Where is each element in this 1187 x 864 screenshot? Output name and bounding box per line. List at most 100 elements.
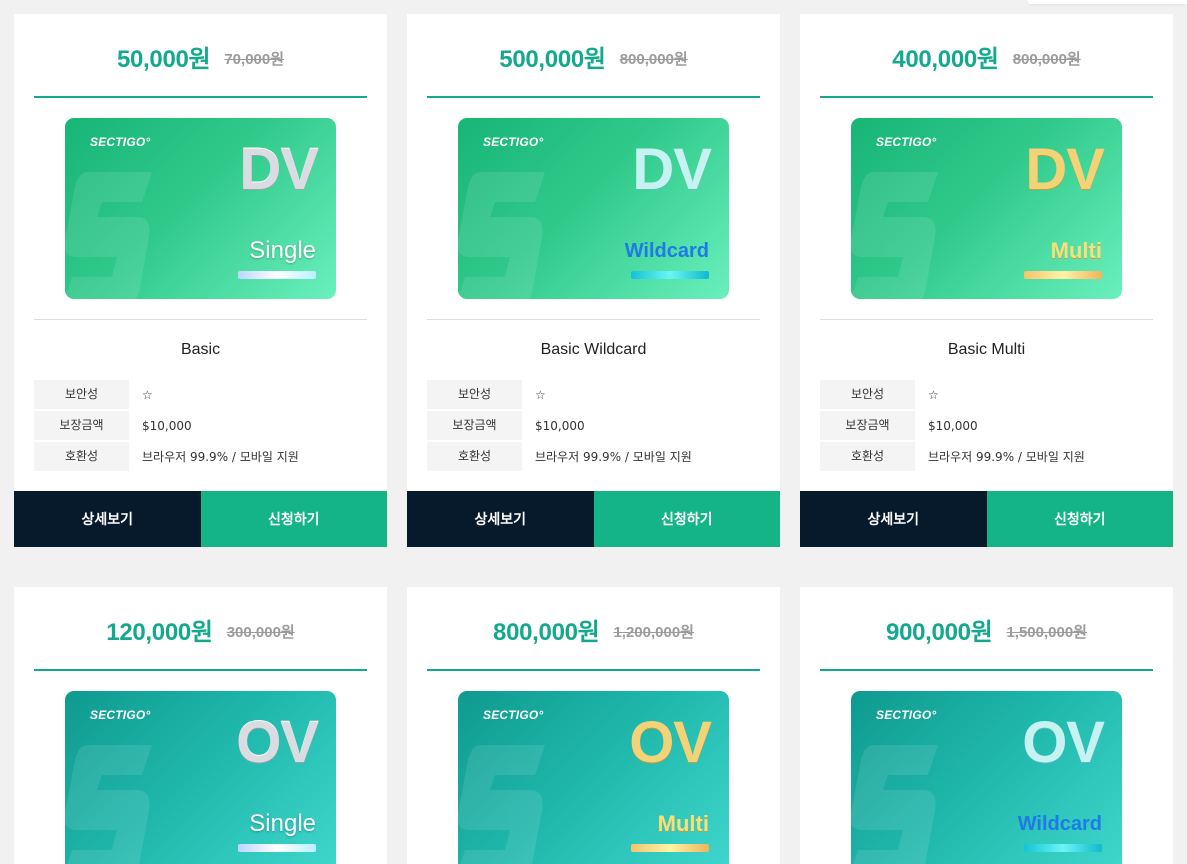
original-price: 70,000원	[224, 50, 285, 68]
product-card: 50,000원 70,000원 SECTIGO° DV Single Basic…	[14, 14, 387, 547]
cert-bar	[1024, 844, 1102, 852]
product-name: Basic Wildcard	[540, 341, 647, 358]
spec-value: 브라우저 99.9% / 모바일 지원	[535, 450, 692, 464]
spec-value: ☆	[535, 387, 546, 402]
sectigo-logo: SECTIGO°	[90, 708, 151, 722]
cert-bar	[1024, 271, 1102, 279]
product-card: 400,000원 800,000원 SECTIGO° DV Multi Basi…	[800, 14, 1173, 547]
detail-button[interactable]: 상세보기	[407, 491, 594, 547]
spec-row-compatibility: 호환성 브라우저 99.9% / 모바일 지원	[820, 442, 1153, 471]
spec-table: 보안성 ☆ 보장금액 $10,000 호환성 브라우저 99.9% / 모바일 지원	[34, 380, 367, 473]
spec-key: 보장금액	[34, 411, 129, 440]
spec-row-security: 보안성 ☆	[34, 380, 367, 409]
certificate-image: SECTIGO° DV Multi	[851, 118, 1122, 299]
sectigo-s-watermark-icon	[65, 172, 152, 299]
card-actions: 상세보기 신청하기	[800, 491, 1173, 547]
spec-key: 호환성	[427, 442, 522, 471]
spec-value: $10,000	[142, 418, 192, 433]
product-card: 800,000원 1,200,000원 SECTIGO° OV Multi	[407, 587, 780, 864]
spec-value: 브라우저 99.9% / 모바일 지원	[142, 450, 299, 464]
detail-button[interactable]: 상세보기	[800, 491, 987, 547]
spec-table: 보안성 ☆ 보장금액 $10,000 호환성 브라우저 99.9% / 모바일 지원	[427, 380, 760, 473]
original-price: 1,200,000원	[613, 623, 694, 641]
sectigo-s-watermark-icon	[851, 745, 938, 864]
price-row: 800,000원 1,200,000원	[427, 587, 760, 671]
spec-key: 보안성	[820, 380, 915, 409]
cert-type: OV	[236, 710, 319, 775]
divider	[34, 319, 367, 320]
product-card: 900,000원 1,500,000원 SECTIGO° OV Wildcard	[800, 587, 1173, 864]
spec-row-warranty: 보장금액 $10,000	[427, 411, 760, 440]
spec-row-security: 보안성 ☆	[820, 380, 1153, 409]
spec-key: 호환성	[820, 442, 915, 471]
top-right-panel-edge	[1027, 0, 1187, 4]
certificate-image: SECTIGO° OV Single	[65, 691, 336, 864]
sectigo-logo: SECTIGO°	[483, 135, 544, 149]
divider	[427, 319, 760, 320]
certificate-image: SECTIGO° DV Wildcard	[458, 118, 729, 299]
card-actions: 상세보기 신청하기	[407, 491, 780, 547]
product-card: 120,000원 300,000원 SECTIGO° OV Single	[14, 587, 387, 864]
cert-type: DV	[1025, 137, 1105, 202]
spec-key: 호환성	[34, 442, 129, 471]
sale-price: 400,000원	[892, 45, 999, 73]
price-row: 500,000원 800,000원	[427, 14, 760, 98]
product-name: Basic Multi	[947, 341, 1026, 358]
apply-button[interactable]: 신청하기	[200, 491, 387, 547]
spec-row-warranty: 보장금액 $10,000	[820, 411, 1153, 440]
original-price: 800,000원	[619, 50, 688, 68]
sectigo-logo: SECTIGO°	[90, 135, 151, 149]
sectigo-s-watermark-icon	[458, 745, 545, 864]
price-row: 120,000원 300,000원	[34, 587, 367, 671]
product-card: 500,000원 800,000원 SECTIGO° DV Wildcard B…	[407, 14, 780, 547]
certificate-image: SECTIGO° DV Single	[65, 118, 336, 299]
original-price: 800,000원	[1012, 50, 1081, 68]
card-actions: 상세보기 신청하기	[14, 491, 387, 547]
product-name: Basic	[180, 341, 221, 358]
cert-bar	[631, 271, 709, 279]
sectigo-s-watermark-icon	[458, 172, 545, 299]
spec-value: $10,000	[928, 418, 978, 433]
cert-subtype: Multi	[657, 811, 709, 836]
spec-value: ☆	[142, 387, 153, 402]
sectigo-logo: SECTIGO°	[876, 135, 937, 149]
cert-subtype: Multi	[1050, 238, 1102, 263]
price-row: 50,000원 70,000원	[34, 14, 367, 98]
spec-table: 보안성 ☆ 보장금액 $10,000 호환성 브라우저 99.9% / 모바일 지원	[820, 380, 1153, 473]
certificate-image: SECTIGO° OV Wildcard	[851, 691, 1122, 864]
apply-button[interactable]: 신청하기	[593, 491, 780, 547]
cert-bar	[238, 844, 316, 852]
sectigo-s-watermark-icon	[65, 745, 152, 864]
original-price: 300,000원	[226, 623, 295, 641]
spec-row-security: 보안성 ☆	[427, 380, 760, 409]
cert-type: OV	[1022, 710, 1105, 775]
divider	[820, 319, 1153, 320]
cert-subtype: Wildcard	[1017, 813, 1102, 835]
spec-value: 브라우저 99.9% / 모바일 지원	[928, 450, 1085, 464]
cert-subtype: Wildcard	[624, 240, 709, 262]
spec-row-compatibility: 호환성 브라우저 99.9% / 모바일 지원	[427, 442, 760, 471]
cert-type: DV	[239, 137, 319, 202]
cert-bar	[238, 271, 316, 279]
spec-key: 보안성	[34, 380, 129, 409]
spec-value: $10,000	[535, 418, 585, 433]
spec-row-compatibility: 호환성 브라우저 99.9% / 모바일 지원	[34, 442, 367, 471]
spec-value: ☆	[928, 387, 939, 402]
certificate-image: SECTIGO° OV Multi	[458, 691, 729, 864]
sectigo-logo: SECTIGO°	[876, 708, 937, 722]
cert-bar	[631, 844, 709, 852]
cert-type: DV	[632, 137, 712, 202]
detail-button[interactable]: 상세보기	[14, 491, 201, 547]
apply-button[interactable]: 신청하기	[986, 491, 1173, 547]
original-price: 1,500,000원	[1006, 623, 1087, 641]
price-row: 900,000원 1,500,000원	[820, 587, 1153, 671]
spec-key: 보장금액	[427, 411, 522, 440]
sale-price: 50,000원	[116, 45, 211, 73]
sale-price: 500,000원	[499, 45, 606, 73]
sale-price: 120,000원	[106, 618, 213, 646]
cert-subtype: Single	[249, 237, 316, 264]
cert-subtype: Single	[249, 810, 316, 837]
price-row: 400,000원 800,000원	[820, 14, 1153, 98]
sectigo-logo: SECTIGO°	[483, 708, 544, 722]
spec-key: 보안성	[427, 380, 522, 409]
